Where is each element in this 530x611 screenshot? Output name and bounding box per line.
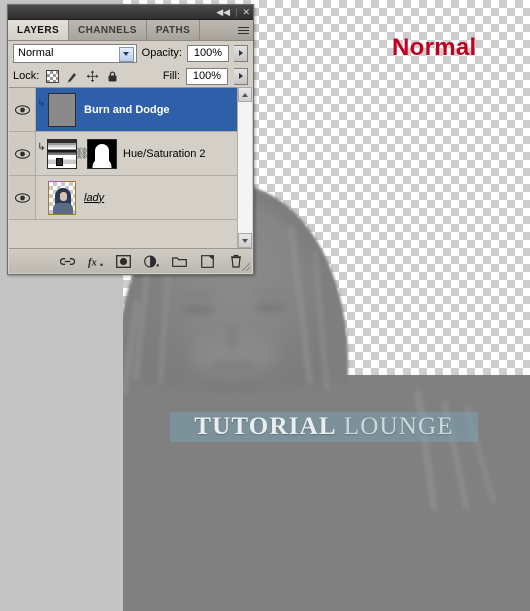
layer-list-scrollbar[interactable] xyxy=(237,87,252,248)
clipping-mask-arrow-icon: ↳ xyxy=(37,97,46,109)
subject-eye-left xyxy=(181,305,215,314)
subject-chin xyxy=(203,382,263,392)
close-icon[interactable]: ✕ xyxy=(242,7,250,17)
eye-icon xyxy=(14,104,30,115)
layer-name[interactable]: Burn and Dodge xyxy=(84,104,170,116)
watermark-bold-text: TUTORIAL xyxy=(194,413,337,440)
blend-mode-value: Normal xyxy=(18,47,54,59)
fill-label: Fill: xyxy=(162,70,180,82)
layer-row-lady[interactable]: lady xyxy=(9,176,252,220)
lock-label: Lock: xyxy=(13,70,40,82)
resize-grip[interactable] xyxy=(242,263,250,271)
tabstrip-filler xyxy=(200,20,233,40)
clipping-mask-arrow-icon: ↳ xyxy=(37,141,46,153)
blend-mode-annotation-label: Normal xyxy=(392,34,477,61)
layer-visibility-toggle[interactable] xyxy=(9,132,36,175)
subject-brow-left xyxy=(178,292,216,297)
layer-row-burn-and-dodge[interactable]: ↳ Burn and Dodge xyxy=(9,88,252,132)
new-layer-icon[interactable] xyxy=(200,254,215,269)
layer-name[interactable]: Hue/Saturation 2 xyxy=(123,148,206,160)
layer-visibility-toggle[interactable] xyxy=(9,176,36,219)
tab-channels[interactable]: CHANNELS xyxy=(69,20,147,40)
scroll-down-icon[interactable] xyxy=(238,233,252,248)
layer-row-hue-saturation-2[interactable]: ↳ ⛓ Hue/Saturation 2 xyxy=(9,132,252,176)
link-layers-icon[interactable] xyxy=(60,254,75,269)
eye-icon xyxy=(14,192,30,203)
lock-image-pixels-icon[interactable] xyxy=(65,69,79,83)
delete-layer-icon[interactable] xyxy=(228,254,243,269)
tab-layers[interactable]: LAYERS xyxy=(8,20,70,40)
layer-visibility-toggle[interactable] xyxy=(9,88,36,131)
subject-mouth xyxy=(211,362,255,370)
layers-panel-footer: fx xyxy=(9,248,252,273)
panel-tabstrip: LAYERS CHANNELS PATHS xyxy=(8,20,253,41)
scroll-up-icon[interactable] xyxy=(238,87,252,102)
fill-input[interactable]: 100% xyxy=(186,67,228,85)
blend-mode-row: Normal Opacity: 100% xyxy=(8,41,253,65)
layer-style-fx-icon[interactable]: fx xyxy=(88,254,103,269)
adjustment-layer-thumbnail[interactable] xyxy=(47,138,77,169)
svg-text:fx: fx xyxy=(88,257,98,268)
eye-icon xyxy=(14,148,30,159)
layer-mask-thumbnail[interactable] xyxy=(87,138,117,169)
panel-titlebar: ◀◀ | ✕ xyxy=(8,5,253,20)
opacity-input[interactable]: 100% xyxy=(187,44,229,62)
tab-paths[interactable]: PATHS xyxy=(146,20,201,40)
layer-thumbnail[interactable] xyxy=(48,180,76,215)
opacity-stepper[interactable] xyxy=(234,44,248,62)
layer-thumbnail[interactable] xyxy=(48,92,76,127)
watermark-light-text: LOUNGE xyxy=(343,413,454,440)
lock-position-icon[interactable] xyxy=(85,69,99,83)
subject-brow-right xyxy=(251,290,289,295)
lock-all-icon[interactable] xyxy=(105,69,119,83)
collapse-icon[interactable]: ◀◀ xyxy=(216,7,230,17)
adjustment-layer-icon[interactable] xyxy=(144,254,159,269)
lock-transparency-icon[interactable] xyxy=(45,69,59,83)
new-group-icon[interactable] xyxy=(172,254,187,269)
lock-row: Lock: Fill: 100% xyxy=(8,65,253,87)
layer-list[interactable]: ↳ Burn and Dodge ↳ ⛓ Hue/Saturation 2 la… xyxy=(9,87,252,248)
clipping-spacer xyxy=(36,192,47,204)
blend-mode-select[interactable]: Normal xyxy=(13,43,137,63)
layer-name[interactable]: lady xyxy=(84,192,104,204)
subject-nose xyxy=(226,325,238,351)
watermark: TUTORIAL LOUNGE xyxy=(170,412,478,442)
fill-stepper[interactable] xyxy=(234,67,248,85)
subject-eye-right xyxy=(253,303,287,312)
layer-mask-icon[interactable] xyxy=(116,254,131,269)
panel-menu-icon[interactable] xyxy=(233,20,253,40)
mask-link-icon[interactable]: ⛓ xyxy=(75,143,89,165)
scrollbar-track[interactable] xyxy=(238,102,252,233)
chevron-down-icon[interactable] xyxy=(118,46,134,62)
layers-panel[interactable]: ◀◀ | ✕ LAYERS CHANNELS PATHS Normal Opac… xyxy=(7,4,254,275)
titlebar-separator: | xyxy=(235,7,238,17)
opacity-label: Opacity: xyxy=(141,47,182,59)
